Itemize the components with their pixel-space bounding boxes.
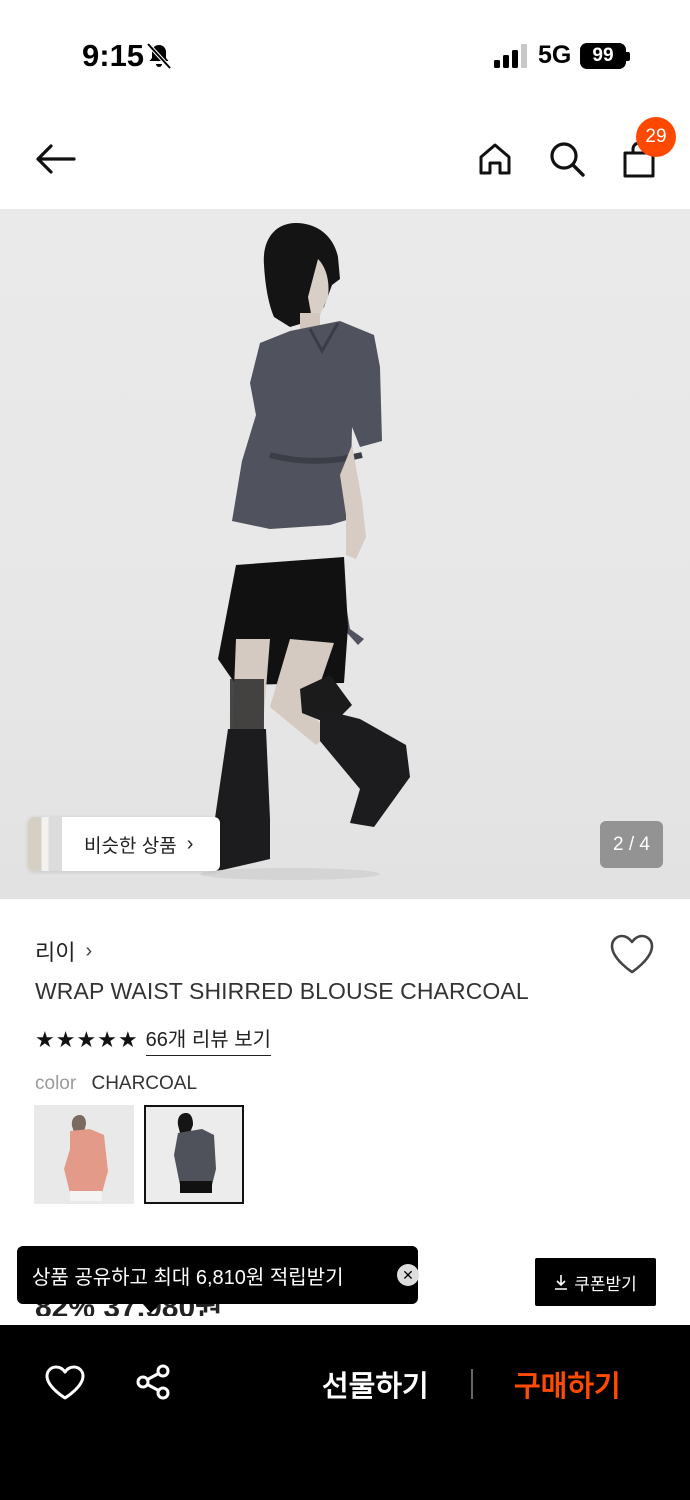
status-bar: 9:15 5G 99 (0, 0, 690, 110)
star-icon: ★ (97, 1026, 117, 1052)
coupon-download-button[interactable]: 쿠폰받기 (535, 1258, 656, 1306)
app-header (0, 110, 690, 208)
share-reward-toast[interactable]: 상품 공유하고 최대 6,810원 적립받기 ✕ (17, 1246, 419, 1304)
rating-row: ★ ★ ★ ★ ★ 66개 리뷰 보기 (35, 1023, 272, 1056)
similar-products-label: 비슷한 상품 (84, 835, 177, 857)
buy-button[interactable]: 구매하기 (514, 1363, 621, 1405)
bell-off-icon (146, 42, 172, 70)
swatch-photo (64, 1115, 108, 1201)
reviews-link[interactable]: 66개 리뷰 보기 (145, 1023, 272, 1056)
coupon-label: 쿠폰받기 (574, 1274, 637, 1294)
star-icon: ★ (35, 1026, 55, 1052)
heart-icon[interactable] (44, 1364, 86, 1402)
share-reward-text: 상품 공유하고 최대 6,810원 적립받기 (32, 1266, 344, 1289)
battery-indicator: 99 (580, 43, 626, 69)
chevron-right-icon: › (85, 939, 93, 962)
download-icon (555, 1275, 568, 1290)
share-icon[interactable] (134, 1363, 172, 1401)
back-button[interactable] (30, 134, 80, 184)
battery-cap (626, 52, 630, 61)
toast-pointer (142, 1303, 160, 1313)
wishlist-heart-icon[interactable] (608, 932, 656, 976)
product-photo (198, 223, 410, 880)
search-button[interactable] (542, 134, 592, 184)
image-page-indicator: 2 / 4 (600, 821, 663, 868)
brand-link[interactable]: 리이 › (35, 935, 92, 967)
star-rating: ★ ★ ★ ★ ★ (35, 1026, 138, 1052)
swatch-photo (174, 1113, 216, 1193)
color-label: color (35, 1073, 77, 1094)
product-image-carousel[interactable]: 비슷한 상품 › 2 / 4 (0, 209, 690, 899)
similar-products-button[interactable]: 비슷한 상품 › (28, 817, 220, 871)
bottom-action-bar: 선물하기 구매하기 (0, 1325, 690, 1500)
color-row: color CHARCOAL (35, 1073, 197, 1095)
color-swatch-pink[interactable] (34, 1105, 134, 1204)
star-icon: ★ (117, 1026, 138, 1052)
home-button[interactable] (470, 134, 520, 184)
close-icon[interactable]: ✕ (397, 1264, 419, 1286)
search-icon (550, 142, 585, 177)
network-label: 5G (538, 41, 572, 69)
brand-name: 리이 (35, 940, 76, 965)
gift-button[interactable]: 선물하기 (322, 1363, 429, 1405)
chevron-right-icon: › (186, 832, 194, 855)
star-icon: ★ (76, 1026, 97, 1052)
similar-products-thumbnail (28, 817, 62, 871)
divider (471, 1369, 473, 1399)
home-icon (479, 143, 511, 175)
signal-icon (494, 44, 527, 68)
arrow-left-icon (36, 144, 76, 174)
status-time: 9:15 (82, 38, 145, 73)
color-swatch-charcoal[interactable] (144, 1105, 244, 1204)
star-icon: ★ (55, 1026, 76, 1052)
product-title: WRAP WAIST SHIRRED BLOUSE CHARCOAL (35, 978, 529, 1004)
cart-count-badge: 29 (636, 117, 676, 157)
color-value: CHARCOAL (91, 1073, 198, 1094)
